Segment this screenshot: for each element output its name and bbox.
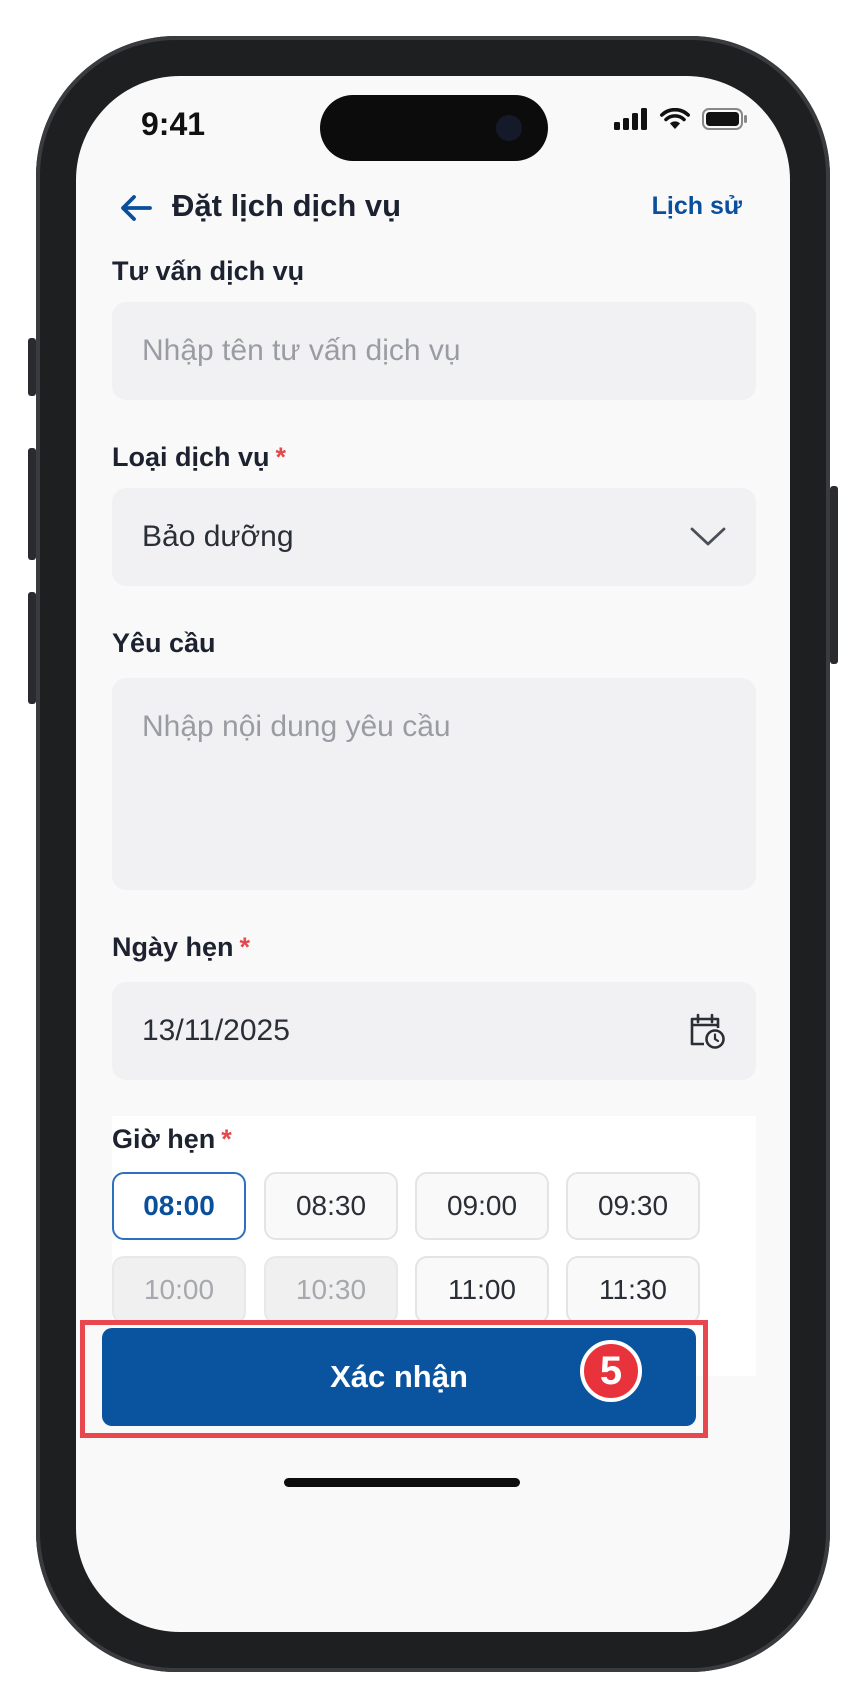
time-slot[interactable]: 09:30: [566, 1172, 700, 1240]
step-number-badge: 5: [580, 1340, 642, 1402]
wifi-icon: [660, 108, 690, 129]
calendar-clock-icon[interactable]: [688, 1012, 726, 1050]
time-label: Giờ hẹn *: [112, 1124, 232, 1155]
request-textarea[interactable]: [112, 678, 756, 890]
status-time: 9:41: [141, 106, 206, 142]
status-icons: [614, 108, 748, 130]
time-slot: 10:30: [264, 1256, 398, 1324]
consult-label-text: Tư vấn dịch vụ: [112, 256, 305, 286]
home-indicator: [284, 1478, 520, 1487]
chevron-down-icon: [690, 527, 726, 546]
power-button: [830, 486, 838, 664]
service-type-label: Loại dịch vụ *: [112, 442, 286, 473]
volume-up-button: [28, 448, 36, 560]
required-mark: *: [221, 1124, 232, 1154]
request-field: [112, 678, 756, 890]
date-label: Ngày hẹn *: [112, 932, 250, 963]
battery-icon: [702, 108, 747, 130]
page-title: Đặt lịch dịch vụ: [172, 188, 402, 223]
required-mark: *: [275, 442, 287, 472]
time-slot[interactable]: 08:30: [264, 1172, 398, 1240]
request-label: Yêu cầu: [112, 628, 216, 659]
history-link[interactable]: Lịch sử: [652, 192, 742, 221]
service-type-select[interactable]: Bảo dưỡng: [112, 488, 756, 586]
date-label-text: Ngày hẹn: [112, 932, 234, 962]
dynamic-island: [320, 95, 548, 161]
back-arrow-icon[interactable]: [116, 188, 156, 228]
time-slot[interactable]: 09:00: [415, 1172, 549, 1240]
service-type-label-text: Loại dịch vụ: [112, 442, 270, 472]
signal-icon: [614, 108, 647, 130]
date-value: 13/11/2025: [142, 1014, 290, 1047]
mute-switch: [28, 338, 36, 396]
date-picker-field[interactable]: 13/11/2025: [112, 982, 756, 1080]
request-label-text: Yêu cầu: [112, 628, 216, 658]
consult-input[interactable]: [112, 302, 756, 400]
consult-label: Tư vấn dịch vụ: [112, 256, 304, 287]
time-slot[interactable]: 08:00: [112, 1172, 246, 1240]
time-slot[interactable]: 11:30: [566, 1256, 700, 1324]
time-slot[interactable]: 11:00: [415, 1256, 549, 1324]
service-type-value: Bảo dưỡng: [142, 520, 294, 553]
time-label-text: Giờ hẹn: [112, 1124, 216, 1154]
time-slot: 10:00: [112, 1256, 246, 1324]
volume-down-button: [28, 592, 36, 704]
header: Đặt lịch dịch vụ Lịch sử: [76, 178, 790, 238]
camera-icon: [496, 115, 522, 141]
consult-field: [112, 302, 756, 400]
required-mark: *: [239, 932, 251, 962]
